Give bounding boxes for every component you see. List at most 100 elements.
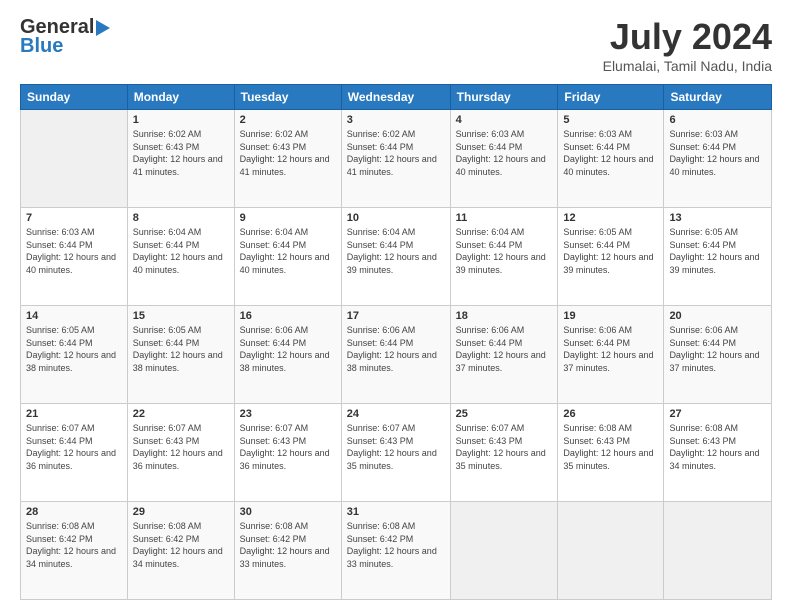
day-info: Sunrise: 6:02 AMSunset: 6:44 PMDaylight:… [347, 128, 445, 178]
day-info: Sunrise: 6:04 AMSunset: 6:44 PMDaylight:… [240, 226, 336, 276]
logo: General Blue [20, 16, 110, 58]
day-number: 22 [133, 408, 229, 420]
title-area: July 2024 Elumalai, Tamil Nadu, India [603, 16, 772, 74]
day-number: 29 [133, 506, 229, 518]
day-info: Sunrise: 6:02 AMSunset: 6:43 PMDaylight:… [240, 128, 336, 178]
day-info: Sunrise: 6:08 AMSunset: 6:43 PMDaylight:… [669, 422, 766, 472]
page: General Blue July 2024 Elumalai, Tamil N… [0, 0, 792, 612]
day-number: 13 [669, 212, 766, 224]
day-number: 5 [563, 114, 658, 126]
day-number: 16 [240, 310, 336, 322]
day-cell: 23Sunrise: 6:07 AMSunset: 6:43 PMDayligh… [234, 404, 341, 502]
day-number: 6 [669, 114, 766, 126]
week-row-2: 7 Sunrise: 6:03 AMSunset: 6:44 PMDaylight… [21, 208, 772, 306]
day-info: Sunrise: 6:06 AMSunset: 6:44 PMDaylight:… [563, 324, 658, 374]
day-cell: 26Sunrise: 6:08 AMSunset: 6:43 PMDayligh… [558, 404, 664, 502]
day-info: Sunrise: 6:07 AMSunset: 6:43 PMDaylight:… [456, 422, 553, 472]
day-info: Sunrise: 6:07 AMSunset: 6:43 PMDaylight:… [133, 422, 229, 472]
day-info: Sunrise: 6:05 AMSunset: 6:44 PMDaylight:… [133, 324, 229, 374]
day-cell: 5 Sunrise: 6:03 AMSunset: 6:44 PMDaylight… [558, 110, 664, 208]
day-cell: 27 Sunrise: 6:08 AMSunset: 6:43 PMDayligh… [664, 404, 772, 502]
day-number: 27 [669, 408, 766, 420]
day-number: 21 [26, 408, 122, 420]
day-cell: 29 Sunrise: 6:08 AMSunset: 6:42 PMDayligh… [127, 502, 234, 600]
day-cell: 4 Sunrise: 6:03 AMSunset: 6:44 PMDaylight… [450, 110, 558, 208]
day-info: Sunrise: 6:06 AMSunset: 6:44 PMDaylight:… [240, 324, 336, 374]
day-cell [558, 502, 664, 600]
day-number: 11 [456, 212, 553, 224]
day-number: 17 [347, 310, 445, 322]
day-cell: 3 Sunrise: 6:02 AMSunset: 6:44 PMDaylight… [341, 110, 450, 208]
day-cell [450, 502, 558, 600]
day-info: Sunrise: 6:05 AMSunset: 6:44 PMDaylight:… [563, 226, 658, 276]
day-cell: 7 Sunrise: 6:03 AMSunset: 6:44 PMDaylight… [21, 208, 128, 306]
day-number: 8 [133, 212, 229, 224]
day-cell: 25 Sunrise: 6:07 AMSunset: 6:43 PMDayligh… [450, 404, 558, 502]
day-cell [21, 110, 128, 208]
calendar: SundayMondayTuesdayWednesdayThursdayFrid… [20, 84, 772, 600]
day-cell: 12 Sunrise: 6:05 AMSunset: 6:44 PMDayligh… [558, 208, 664, 306]
day-info: Sunrise: 6:05 AMSunset: 6:44 PMDaylight:… [669, 226, 766, 276]
day-number: 12 [563, 212, 658, 224]
calendar-body: 1 Sunrise: 6:02 AMSunset: 6:43 PMDaylight… [21, 110, 772, 600]
day-info: Sunrise: 6:07 AMSunset: 6:43 PMDaylight:… [347, 422, 445, 472]
day-cell: 8 Sunrise: 6:04 AMSunset: 6:44 PMDaylight… [127, 208, 234, 306]
day-cell: 16 Sunrise: 6:06 AMSunset: 6:44 PMDayligh… [234, 306, 341, 404]
day-cell: 28 Sunrise: 6:08 AMSunset: 6:42 PMDayligh… [21, 502, 128, 600]
day-info: Sunrise: 6:07 AMSunset: 6:43 PMDaylight:… [240, 422, 336, 472]
day-cell: 10Sunrise: 6:04 AMSunset: 6:44 PMDayligh… [341, 208, 450, 306]
header: General Blue July 2024 Elumalai, Tamil N… [20, 16, 772, 74]
day-number: 9 [240, 212, 336, 224]
day-cell: 14Sunrise: 6:05 AMSunset: 6:44 PMDayligh… [21, 306, 128, 404]
day-cell: 21 Sunrise: 6:07 AMSunset: 6:44 PMDayligh… [21, 404, 128, 502]
day-info: Sunrise: 6:04 AMSunset: 6:44 PMDaylight:… [456, 226, 553, 276]
day-number: 30 [240, 506, 336, 518]
day-cell: 18 Sunrise: 6:06 AMSunset: 6:44 PMDayligh… [450, 306, 558, 404]
day-number: 7 [26, 212, 122, 224]
day-cell: 9 Sunrise: 6:04 AMSunset: 6:44 PMDaylight… [234, 208, 341, 306]
day-info: Sunrise: 6:04 AMSunset: 6:44 PMDaylight:… [133, 226, 229, 276]
day-info: Sunrise: 6:05 AMSunset: 6:44 PMDaylight:… [26, 324, 122, 374]
day-info: Sunrise: 6:03 AMSunset: 6:44 PMDaylight:… [456, 128, 553, 178]
header-saturday: Saturday [664, 85, 772, 110]
day-info: Sunrise: 6:04 AMSunset: 6:44 PMDaylight:… [347, 226, 445, 276]
logo-text-blue: Blue [20, 35, 63, 58]
day-cell: 17Sunrise: 6:06 AMSunset: 6:44 PMDayligh… [341, 306, 450, 404]
day-cell: 11 Sunrise: 6:04 AMSunset: 6:44 PMDayligh… [450, 208, 558, 306]
day-info: Sunrise: 6:03 AMSunset: 6:44 PMDaylight:… [563, 128, 658, 178]
day-number: 20 [669, 310, 766, 322]
header-monday: Monday [127, 85, 234, 110]
week-row-4: 21 Sunrise: 6:07 AMSunset: 6:44 PMDayligh… [21, 404, 772, 502]
day-info: Sunrise: 6:08 AMSunset: 6:42 PMDaylight:… [240, 520, 336, 570]
week-row-5: 28 Sunrise: 6:08 AMSunset: 6:42 PMDayligh… [21, 502, 772, 600]
day-number: 2 [240, 114, 336, 126]
day-info: Sunrise: 6:03 AMSunset: 6:44 PMDaylight:… [669, 128, 766, 178]
day-info: Sunrise: 6:07 AMSunset: 6:44 PMDaylight:… [26, 422, 122, 472]
day-cell: 1 Sunrise: 6:02 AMSunset: 6:43 PMDaylight… [127, 110, 234, 208]
day-info: Sunrise: 6:06 AMSunset: 6:44 PMDaylight:… [669, 324, 766, 374]
header-wednesday: Wednesday [341, 85, 450, 110]
location: Elumalai, Tamil Nadu, India [603, 58, 772, 74]
header-friday: Friday [558, 85, 664, 110]
day-cell: 30 Sunrise: 6:08 AMSunset: 6:42 PMDayligh… [234, 502, 341, 600]
day-info: Sunrise: 6:02 AMSunset: 6:43 PMDaylight:… [133, 128, 229, 178]
day-info: Sunrise: 6:06 AMSunset: 6:44 PMDaylight:… [456, 324, 553, 374]
day-number: 19 [563, 310, 658, 322]
day-cell [664, 502, 772, 600]
day-cell: 15Sunrise: 6:05 AMSunset: 6:44 PMDayligh… [127, 306, 234, 404]
day-cell: 31Sunrise: 6:08 AMSunset: 6:42 PMDayligh… [341, 502, 450, 600]
day-info: Sunrise: 6:08 AMSunset: 6:43 PMDaylight:… [563, 422, 658, 472]
day-number: 3 [347, 114, 445, 126]
day-number: 31 [347, 506, 445, 518]
day-number: 18 [456, 310, 553, 322]
header-sunday: Sunday [21, 85, 128, 110]
day-info: Sunrise: 6:03 AMSunset: 6:44 PMDaylight:… [26, 226, 122, 276]
day-info: Sunrise: 6:08 AMSunset: 6:42 PMDaylight:… [133, 520, 229, 570]
day-number: 4 [456, 114, 553, 126]
day-number: 25 [456, 408, 553, 420]
header-tuesday: Tuesday [234, 85, 341, 110]
day-number: 28 [26, 506, 122, 518]
day-number: 1 [133, 114, 229, 126]
month-title: July 2024 [603, 16, 772, 58]
day-info: Sunrise: 6:08 AMSunset: 6:42 PMDaylight:… [26, 520, 122, 570]
